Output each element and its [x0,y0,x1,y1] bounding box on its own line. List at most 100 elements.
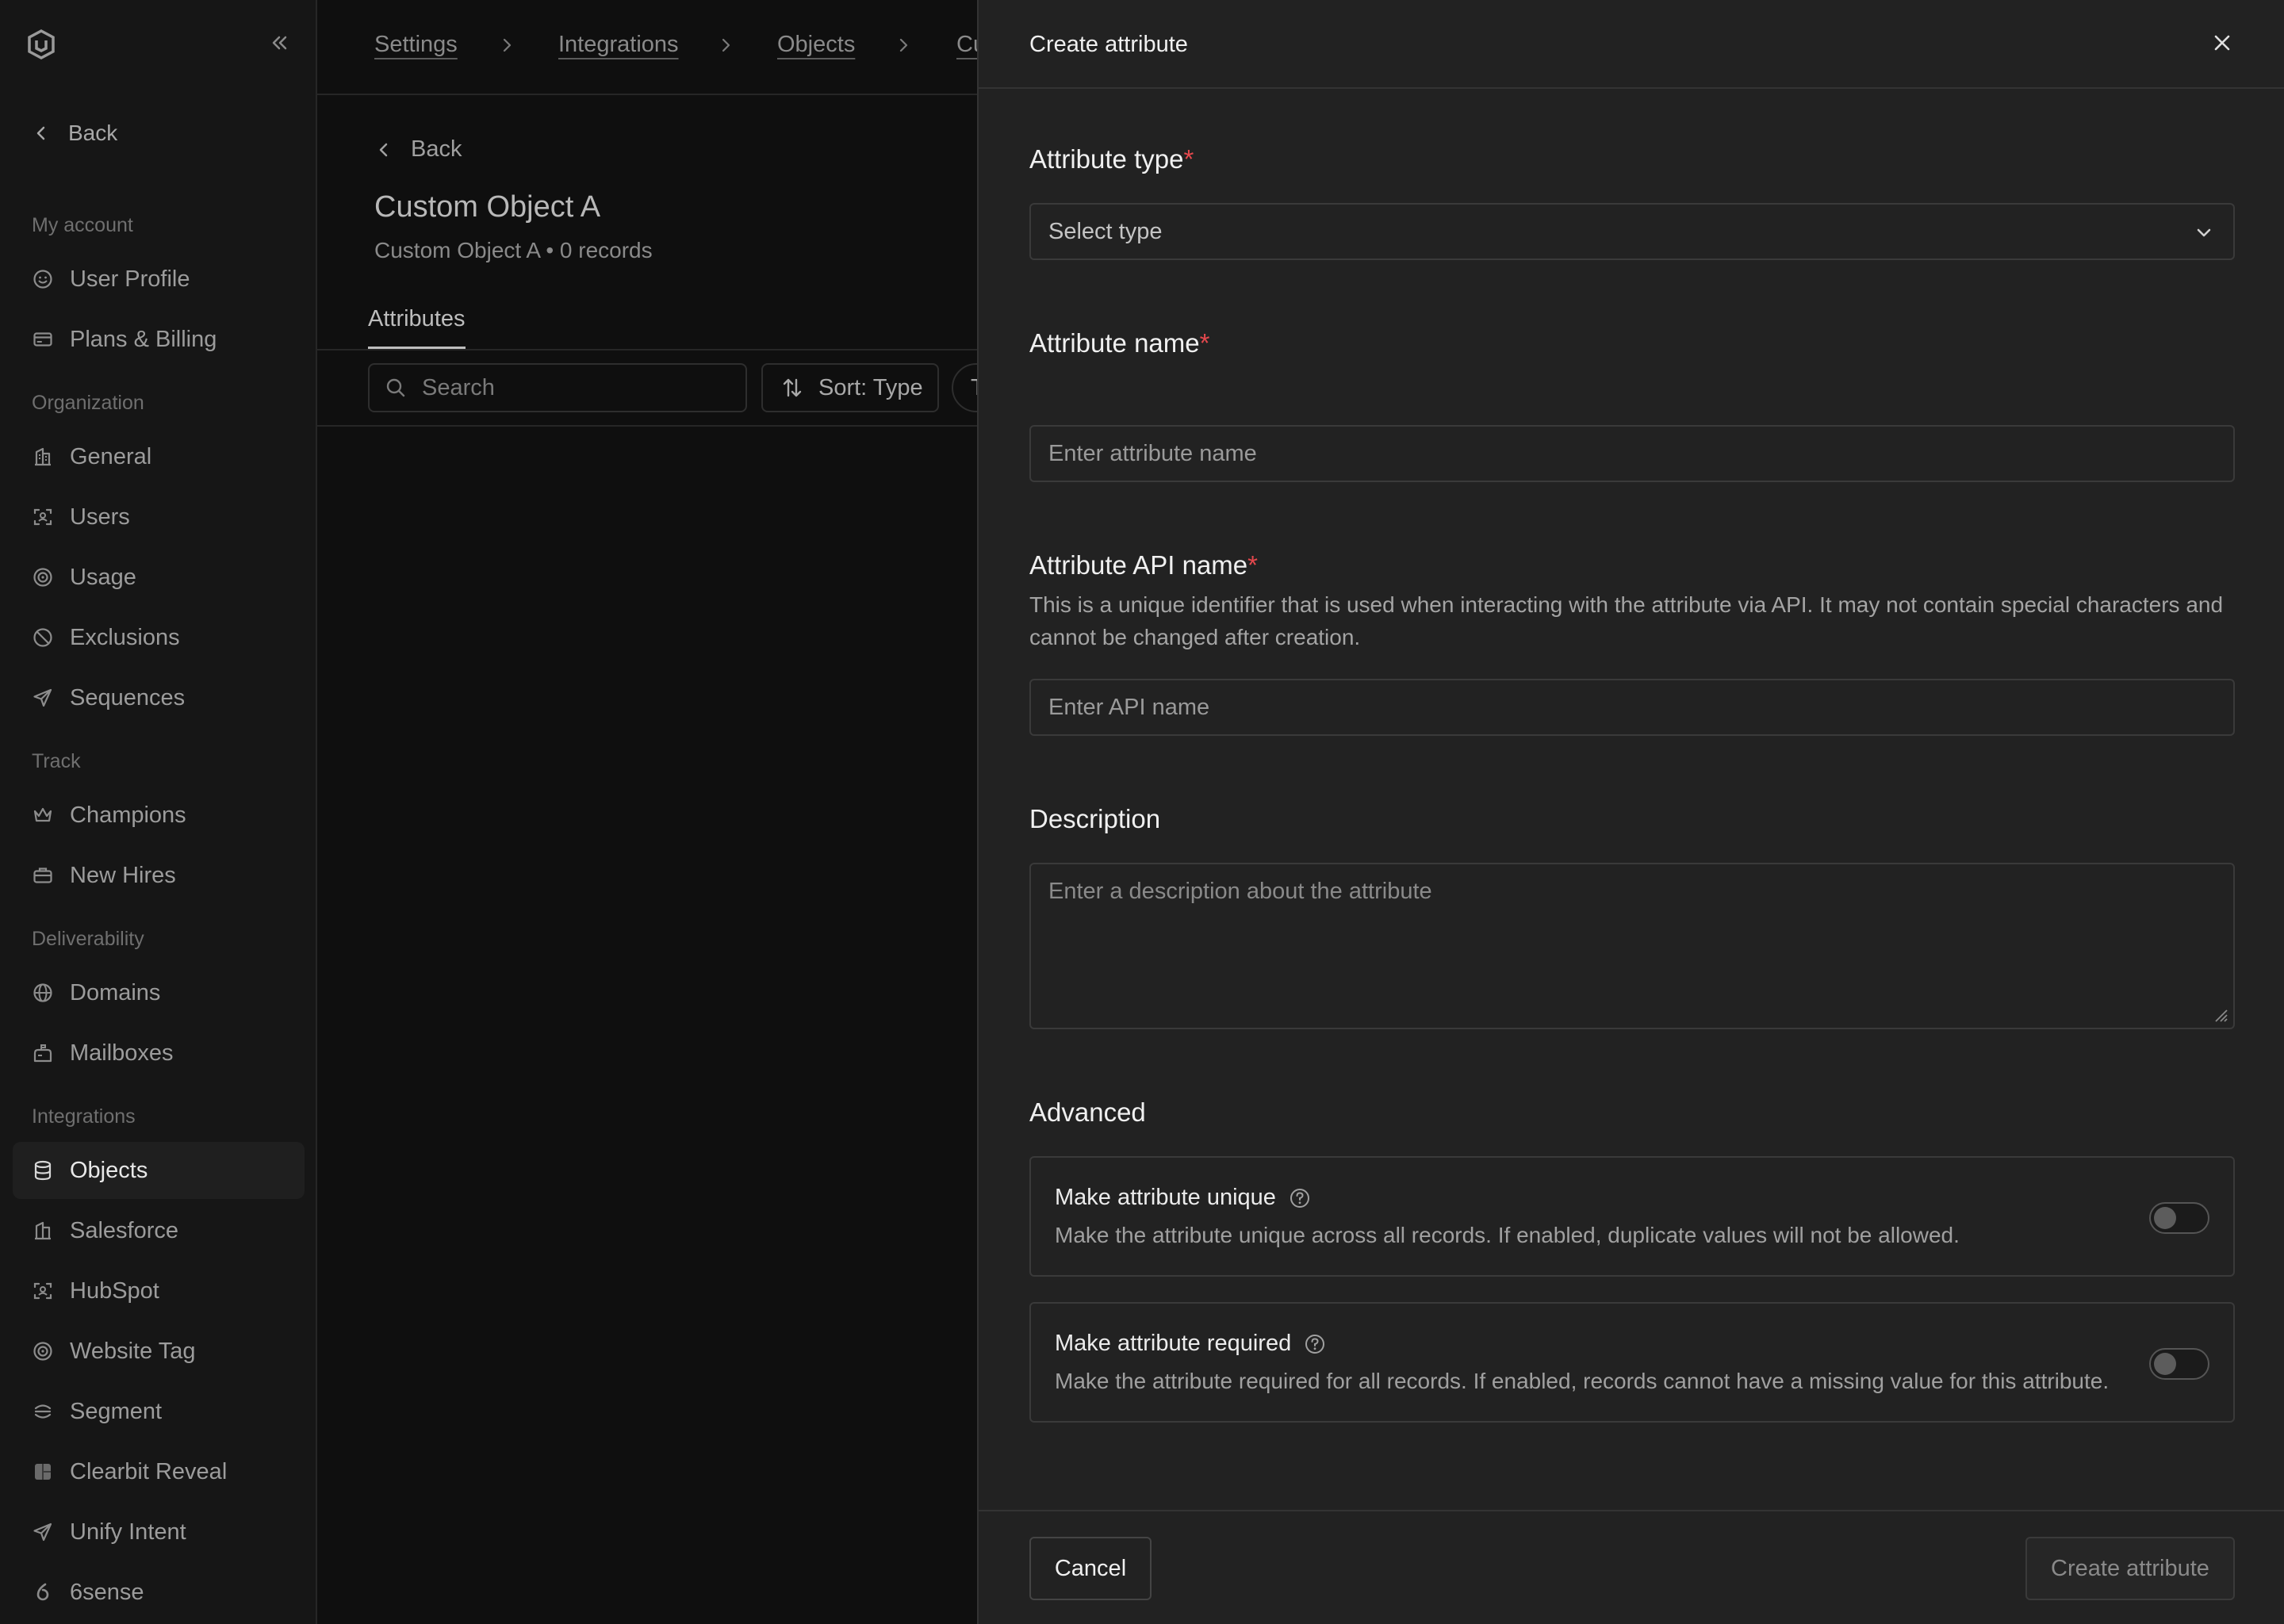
required-setting-description: Make the attribute required for all reco… [1055,1369,2110,1393]
mailbox-icon [32,1042,54,1064]
attribute-api-name-input[interactable]: Enter API name [1029,679,2235,736]
segment-icon [32,1400,54,1423]
sidebar-item-clearbit-reveal[interactable]: Clearbit Reveal [13,1443,305,1500]
database-icon [32,1159,54,1182]
sidebar-item-objects[interactable]: Objects [13,1142,305,1199]
sidebar-back-link[interactable]: Back [32,121,117,146]
unique-setting-description: Make the attribute unique across all rec… [1055,1223,1960,1247]
attribute-name-label-text: Attribute name [1029,328,1200,358]
sidebar-item-label: Clearbit Reveal [70,1458,228,1484]
required-toggle[interactable] [2149,1348,2209,1380]
resize-grip-icon[interactable] [2209,1004,2228,1023]
sort-button[interactable]: Sort: Type [761,363,939,412]
sidebar-item-label: General [70,443,152,469]
sidebar-item-users[interactable]: Users [13,488,305,546]
sort-arrows-icon [780,376,804,400]
toggle-knob [2154,1353,2176,1375]
sidebar-item-general[interactable]: General [13,428,305,485]
target-icon [32,566,54,588]
sort-label: Sort: Type [818,374,923,400]
settings-sidebar: Back My account User Profile Plans & Bil… [0,0,317,1624]
sidebar-item-label: HubSpot [70,1277,159,1304]
sidebar-item-exclusions[interactable]: Exclusions [13,609,305,666]
help-circle-icon[interactable] [1289,1187,1311,1209]
breadcrumb: Settings Integrations Objects Cu [317,0,977,95]
user-scan-icon [32,1280,54,1302]
sidebar-item-label: User Profile [70,266,190,292]
sidebar-item-label: Sequences [70,684,186,710]
help-circle-icon[interactable] [1304,1333,1326,1355]
main-content: Settings Integrations Objects Cu Back Cu… [317,0,977,1624]
attribute-type-select[interactable]: Select type [1029,203,2235,260]
unique-toggle[interactable] [2149,1202,2209,1234]
chevron-left-icon [32,124,51,143]
chevron-right-icon [717,36,734,54]
required-marker: * [1199,328,1210,358]
breadcrumb-current[interactable]: Cu [956,32,977,58]
sidebar-item-label: Exclusions [70,624,180,650]
sidebar-item-plans-billing[interactable]: Plans & Billing [13,311,305,368]
smile-icon [32,268,54,290]
sidebar-item-website-tag[interactable]: Website Tag [13,1323,305,1380]
sidebar-item-domains[interactable]: Domains [13,964,305,1021]
sidebar-item-unify-intent[interactable]: Unify Intent [13,1503,305,1561]
required-marker: * [1247,550,1258,580]
sidebar-item-label: Users [70,504,130,530]
breadcrumb-objects[interactable]: Objects [777,32,855,58]
sidebar-item-6sense[interactable]: 6sense [13,1564,305,1621]
clearbit-icon [32,1461,54,1483]
sidebar-item-segment[interactable]: Segment [13,1383,305,1440]
close-icon[interactable] [2209,30,2235,56]
sidebar-item-label: Salesforce [70,1217,179,1243]
sidebar-item-sequences[interactable]: Sequences [13,669,305,726]
drawer-title: Create attribute [1029,32,1188,57]
chevron-down-icon [2194,222,2214,243]
sidebar-item-mailboxes[interactable]: Mailboxes [13,1025,305,1082]
sidebar-item-label: Usage [70,564,136,590]
attribute-name-placeholder: Enter attribute name [1048,440,1257,466]
sidebar-item-user-profile[interactable]: User Profile [13,251,305,308]
unique-setting-title-text: Make attribute unique [1055,1185,1276,1210]
collapse-sidebar-icon[interactable] [266,30,292,56]
sidebar-item-label: Unify Intent [70,1519,186,1545]
search-placeholder: Search [422,374,495,400]
credit-card-icon [32,328,54,350]
required-setting-card: Make attribute required Make the attribu… [1029,1302,2235,1423]
attribute-api-name-label: Attribute API name* [1029,550,1258,580]
sidebar-item-hubspot[interactable]: HubSpot [13,1262,305,1320]
tab-divider [317,349,977,350]
create-attribute-button[interactable]: Create attribute [2025,1537,2235,1600]
sidebar-item-champions[interactable]: Champions [13,787,305,844]
breadcrumb-settings[interactable]: Settings [374,32,458,58]
sidebar-item-label: Plans & Billing [70,326,217,352]
drawer-header: Create attribute [979,0,2284,89]
breadcrumb-integrations[interactable]: Integrations [558,32,679,58]
required-setting-title: Make attribute required [1055,1331,1326,1357]
attribute-name-input[interactable]: Enter attribute name [1029,425,2235,482]
filter-button[interactable]: T [952,363,977,412]
sidebar-item-label: Website Tag [70,1338,196,1364]
search-input[interactable]: Search [368,363,747,412]
building-icon [32,446,54,468]
section-organization: Organization [32,392,144,414]
cancel-button[interactable]: Cancel [1029,1537,1152,1600]
main-back-link[interactable]: Back [374,136,462,163]
sidebar-item-salesforce[interactable]: Salesforce [13,1202,305,1259]
main-back-label: Back [411,136,462,162]
create-attribute-drawer: Create attribute Attribute type* Select … [977,0,2284,1624]
app-logo-icon[interactable] [25,29,57,60]
description-textarea[interactable]: Enter a description about the attribute [1029,863,2235,1029]
search-icon [384,376,408,400]
attribute-api-name-label-text: Attribute API name [1029,550,1248,580]
sidebar-item-usage[interactable]: Usage [13,549,305,606]
sidebar-back-label: Back [68,121,118,145]
section-deliverability: Deliverability [32,928,144,950]
target-icon [32,1340,54,1362]
unique-setting-card: Make attribute unique Make the attribute… [1029,1156,2235,1277]
section-my-account: My account [32,214,133,236]
sidebar-item-new-hires[interactable]: New Hires [13,847,305,904]
sidebar-item-label: New Hires [70,862,176,888]
send-icon [32,1521,54,1543]
tab-attributes[interactable]: Attributes [368,306,466,350]
ban-icon [32,626,54,649]
